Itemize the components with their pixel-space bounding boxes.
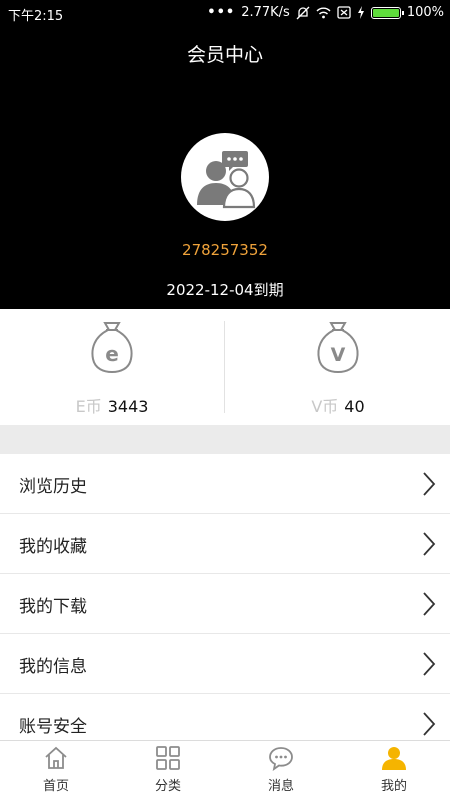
tab-home[interactable]: 首页	[0, 741, 112, 801]
tab-label: 我的	[380, 779, 407, 794]
menu-item-my-info[interactable]: 我的信息	[0, 634, 450, 694]
bottom-tab-bar: 首页 分类 消息 我的	[0, 740, 450, 801]
e-coin-balance[interactable]: e E币 3443	[0, 309, 224, 425]
status-bar: 下午2:15 ••• 2.77K/s 100%	[0, 0, 450, 26]
grid-icon	[156, 746, 180, 770]
chevron-right-icon	[423, 592, 436, 616]
v-coin-label: V币 40	[226, 393, 450, 417]
section-spacer	[0, 425, 450, 454]
tab-label: 首页	[42, 779, 69, 794]
chevron-right-icon	[423, 472, 436, 496]
chevron-right-icon	[423, 712, 436, 736]
member-header: 会员中心 278257352 2022-12-04到期	[0, 26, 450, 309]
user-avatar-icon	[197, 151, 256, 209]
menu-item-label: 账号安全	[19, 717, 87, 737]
svg-text:e: e	[105, 342, 119, 366]
money-bag-v-icon: V	[317, 322, 359, 374]
tab-mine[interactable]: 我的	[338, 741, 450, 801]
avatar[interactable]	[181, 133, 269, 221]
status-icons: ••• 2.77K/s 100%	[207, 5, 444, 20]
page-title: 会员中心	[186, 44, 263, 66]
menu-item-downloads[interactable]: 我的下载	[0, 574, 450, 634]
battery-icon	[370, 6, 404, 19]
tab-label: 分类	[154, 779, 181, 794]
status-time: 下午2:15	[8, 9, 64, 24]
tab-category[interactable]: 分类	[112, 741, 224, 801]
person-icon	[382, 747, 406, 770]
battery-level	[372, 8, 399, 17]
coin-balances: e E币 3443 V V币 40	[0, 309, 450, 425]
mute-bell-icon	[296, 6, 310, 19]
charging-bolt-icon	[357, 6, 364, 19]
battery-percent: 100%	[406, 5, 444, 20]
network-speed: 2.77K/s	[241, 5, 290, 20]
account-menu: 浏览历史 我的收藏 我的下载 我的信息 账号安全	[0, 454, 450, 754]
e-coin-unit: E币	[75, 397, 102, 416]
menu-item-label: 我的收藏	[19, 537, 87, 557]
menu-item-label: 我的下载	[19, 597, 87, 617]
user-id: 278257352	[182, 241, 268, 259]
v-coin-unit: V币	[311, 397, 339, 416]
tab-messages[interactable]: 消息	[225, 741, 337, 801]
status-dots: •••	[207, 5, 236, 20]
chevron-right-icon	[423, 652, 436, 676]
coin-divider	[224, 321, 225, 413]
svg-text:V: V	[331, 344, 346, 366]
menu-item-label: 浏览历史	[19, 477, 87, 497]
e-coin-amount: 3443	[107, 397, 149, 416]
menu-item-favorites[interactable]: 我的收藏	[0, 514, 450, 574]
chevron-right-icon	[423, 532, 436, 556]
wifi-icon	[316, 7, 331, 18]
menu-item-label: 我的信息	[19, 657, 87, 677]
v-coin-balance[interactable]: V V币 40	[226, 309, 450, 425]
tab-label: 消息	[267, 779, 294, 794]
chat-icon	[269, 747, 293, 771]
v-coin-amount: 40	[344, 397, 365, 416]
e-coin-label: E币 3443	[0, 393, 224, 417]
money-bag-e-icon: e	[91, 322, 133, 374]
membership-expiry: 2022-12-04到期	[166, 281, 284, 299]
home-icon	[45, 746, 67, 769]
sim-card-icon	[337, 6, 351, 19]
menu-item-browse-history[interactable]: 浏览历史	[0, 454, 450, 514]
